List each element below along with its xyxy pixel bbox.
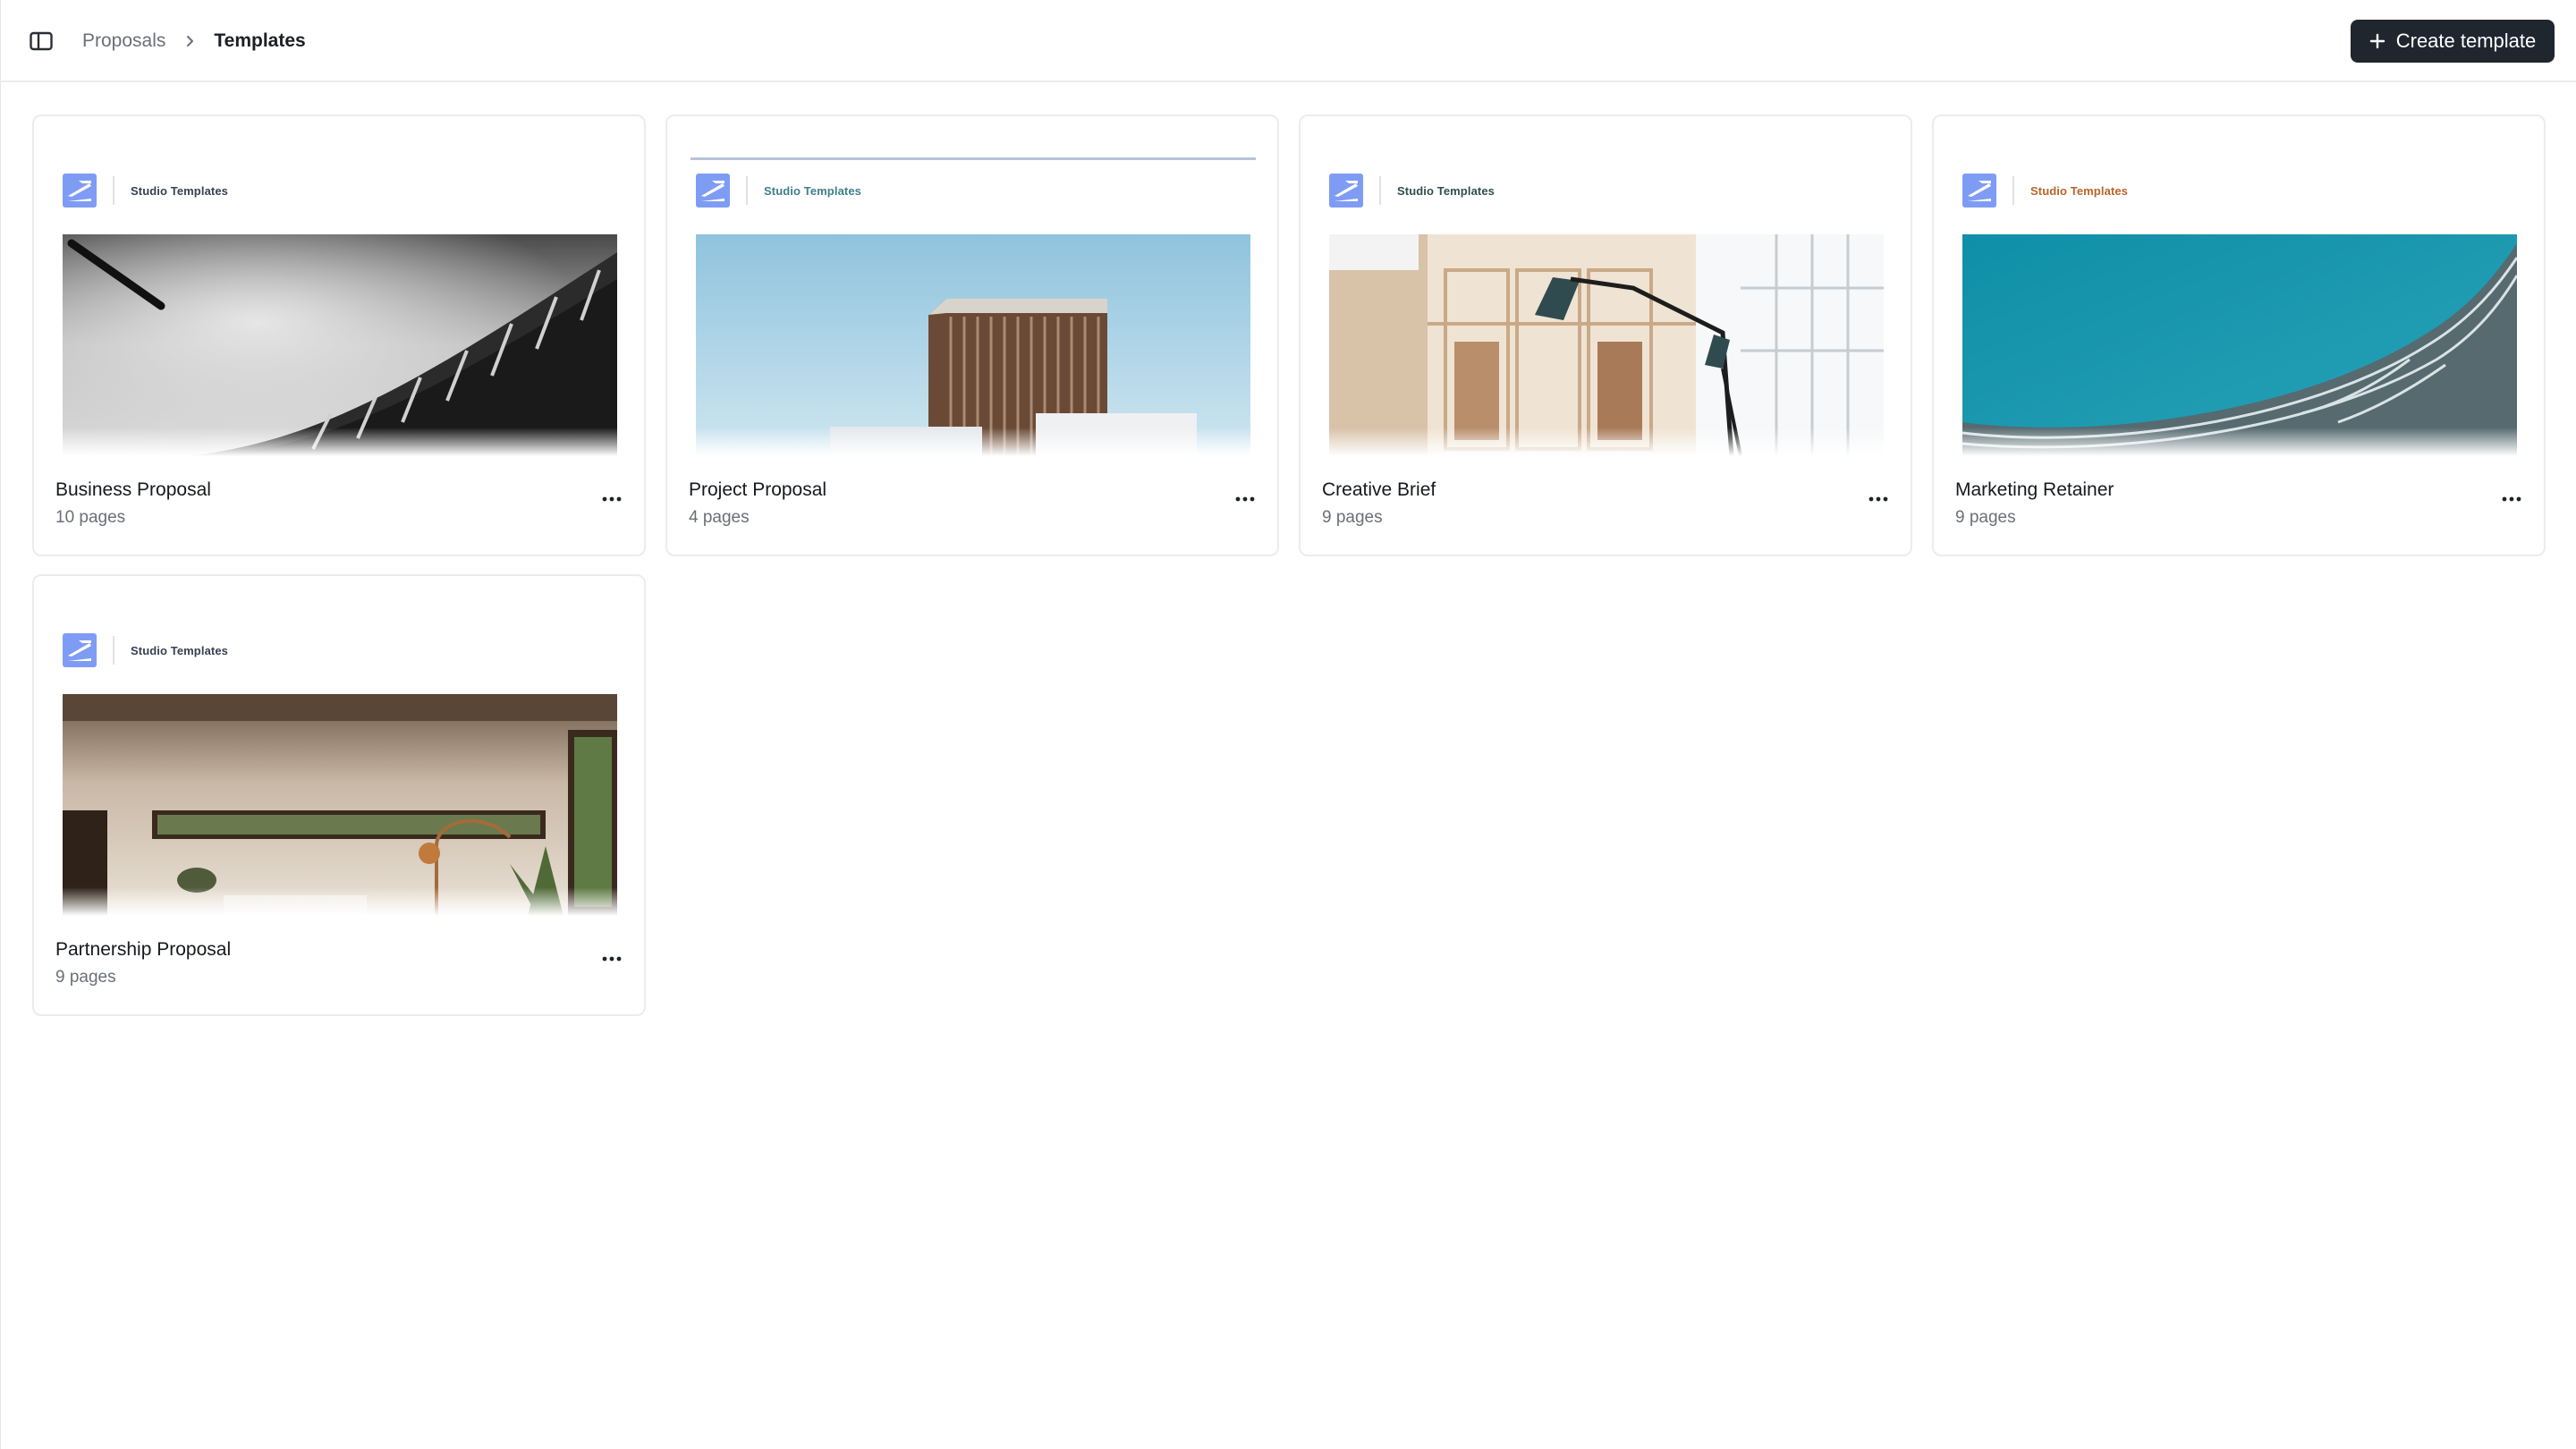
studio-logo-icon (1329, 174, 1363, 208)
create-template-button[interactable]: Create template (2351, 20, 2555, 63)
create-template-label: Create template (2395, 30, 2537, 52)
template-card-marketing-retainer[interactable]: Studio Templates Marketing Retainer 9 pa… (1932, 114, 2546, 556)
thumbnail-fade (1329, 428, 1884, 456)
plus-icon (2369, 33, 2385, 49)
template-thumbnail (63, 234, 617, 456)
header-divider (746, 176, 748, 205)
template-thumbnail (696, 234, 1250, 456)
template-doc-header: Studio Templates (696, 174, 861, 208)
studio-logo-icon (1962, 174, 1996, 208)
studio-logo-icon (63, 633, 97, 667)
thumbnail-fade (63, 887, 617, 916)
studio-logo-icon (63, 174, 97, 208)
more-options-button[interactable] (1860, 483, 1896, 515)
more-options-button[interactable] (1227, 483, 1263, 515)
template-page-count: 9 pages (55, 968, 116, 987)
template-page-count: 9 pages (1955, 508, 2016, 527)
template-page-count: 4 pages (689, 508, 750, 527)
page-left-border (0, 0, 1, 1449)
template-title: Partnership Proposal (55, 939, 232, 960)
top-bar: Proposals Templates Create template (0, 0, 2576, 82)
brand-label: Studio Templates (131, 643, 228, 657)
thumbnail-fade (1962, 428, 2517, 456)
template-thumbnail (1329, 234, 1884, 456)
doc-top-stripe (691, 157, 1256, 160)
thumbnail-fade (63, 428, 617, 456)
template-title: Project Proposal (689, 479, 827, 500)
template-card-business-proposal[interactable]: Studio Templates Business Proposal 10 pa… (32, 114, 646, 556)
template-doc-header: Studio Templates (63, 174, 228, 208)
ellipsis-icon (602, 956, 622, 962)
ellipsis-icon (602, 496, 622, 502)
header-divider (2012, 176, 2014, 205)
template-doc-header: Studio Templates (1962, 174, 2128, 208)
template-thumbnail (63, 694, 617, 916)
sidebar-panel-icon (30, 31, 53, 51)
breadcrumb: Proposals Templates (82, 0, 306, 82)
header-divider (113, 176, 114, 205)
header-divider (1379, 176, 1381, 205)
sidebar-toggle-button[interactable] (21, 23, 61, 59)
template-card-creative-brief[interactable]: Studio Templates Creative Brief 9 pages (1299, 114, 1912, 556)
template-thumbnail (1962, 234, 2517, 456)
more-options-button[interactable] (2494, 483, 2529, 515)
template-doc-header: Studio Templates (1329, 174, 1495, 208)
brand-label: Studio Templates (131, 183, 228, 198)
breadcrumb-current-page: Templates (214, 30, 306, 51)
chevron-right-icon (165, 35, 214, 47)
template-title: Business Proposal (55, 479, 211, 500)
template-page-count: 10 pages (55, 508, 126, 527)
thumbnail-fade (696, 428, 1250, 456)
brand-label: Studio Templates (1397, 183, 1495, 198)
template-card-project-proposal[interactable]: Studio Templates Project Proposal 4 page… (665, 114, 1279, 556)
header-divider (113, 636, 114, 665)
more-options-button[interactable] (594, 483, 630, 515)
ellipsis-icon (1868, 496, 1888, 502)
template-doc-header: Studio Templates (63, 633, 228, 667)
brand-label: Studio Templates (764, 183, 861, 198)
studio-logo-icon (696, 174, 730, 208)
template-title: Creative Brief (1322, 479, 1436, 500)
breadcrumb-proposals-link[interactable]: Proposals (82, 30, 165, 52)
template-title: Marketing Retainer (1955, 479, 2114, 500)
brand-label: Studio Templates (2030, 183, 2128, 198)
template-page-count: 9 pages (1322, 508, 1383, 527)
more-options-button[interactable] (594, 943, 630, 975)
ellipsis-icon (1235, 496, 1255, 502)
template-card-partnership-proposal[interactable]: Studio Templates Partnership Proposal 9 … (32, 574, 646, 1016)
ellipsis-icon (2502, 496, 2521, 502)
